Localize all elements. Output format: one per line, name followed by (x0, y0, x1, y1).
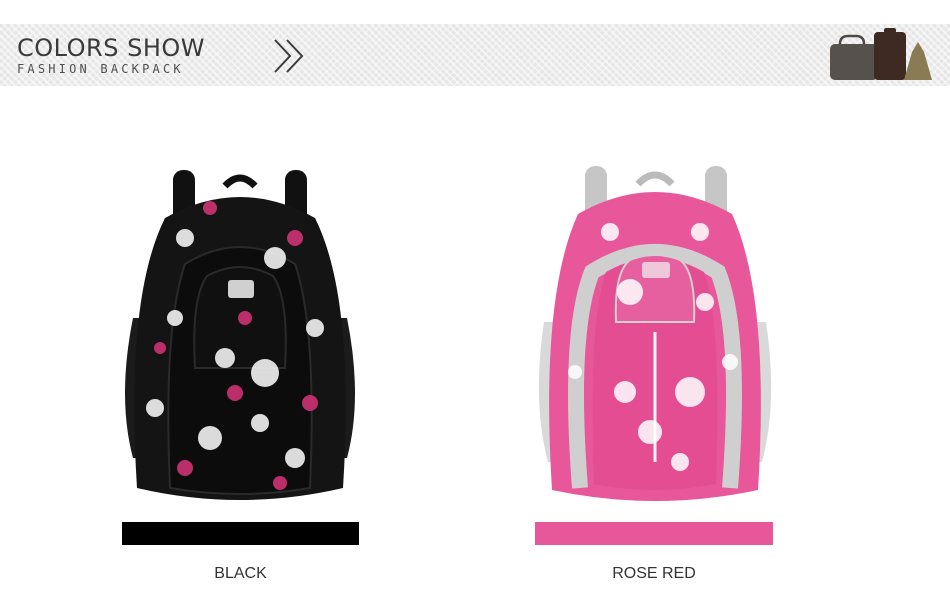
double-chevron-right-icon (274, 39, 304, 73)
bags-silhouette-icon (830, 28, 932, 80)
color-swatch-rose-red (535, 522, 773, 545)
color-label-rose-red: ROSE RED (612, 565, 696, 582)
color-swatch-black (122, 522, 359, 545)
header-banner: COLORS SHOW FASHION BACKPACK (0, 24, 950, 86)
black-backpack-image (125, 170, 355, 500)
banner-subtitle: FASHION BACKPACK (17, 62, 184, 76)
rose-red-backpack-image (538, 166, 772, 501)
color-label-black: BLACK (214, 565, 267, 582)
banner-title: COLORS SHOW (17, 34, 205, 62)
